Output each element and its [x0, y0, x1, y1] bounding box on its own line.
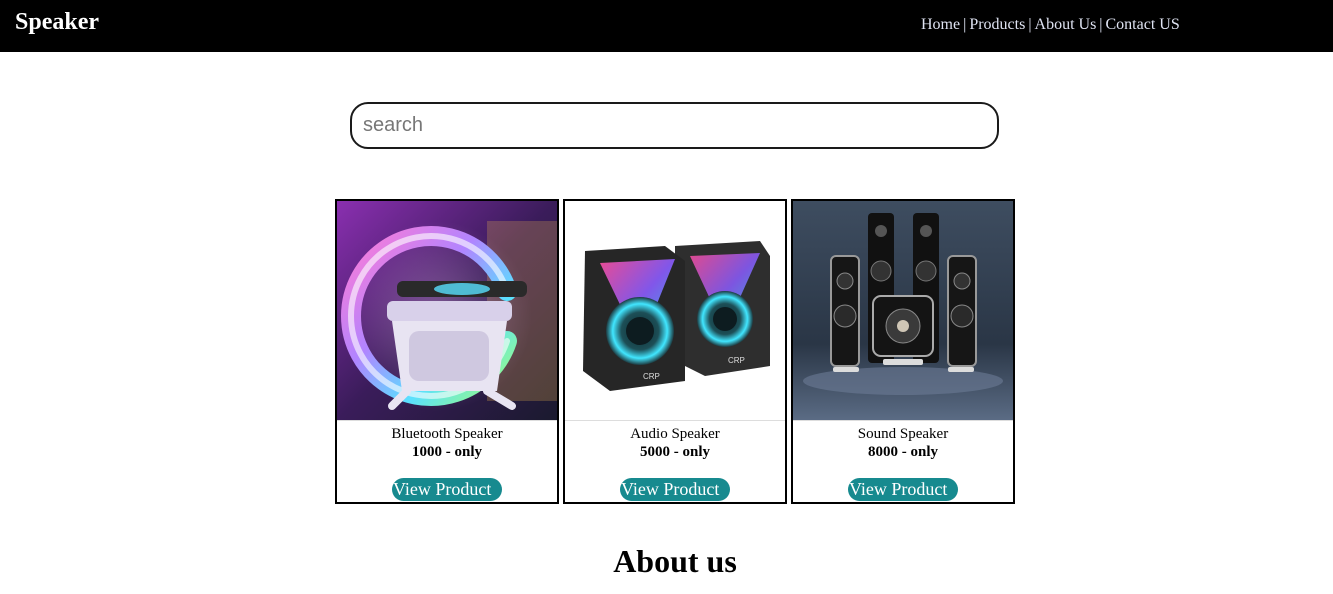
product-image[interactable]: [337, 201, 557, 421]
search-input[interactable]: [350, 102, 999, 149]
product-price: 1000 - only: [411, 444, 482, 460]
product-image[interactable]: [793, 201, 1013, 421]
product-card: Sound Speaker 8000 - only View Product: [791, 199, 1015, 504]
about-heading: About us: [613, 543, 737, 579]
nav-home-link[interactable]: Home: [921, 16, 960, 33]
svg-text:CRP: CRP: [643, 372, 660, 381]
top-navbar: Speaker Home | Products | About Us | Contact U…: [0, 0, 1333, 52]
product-card: CRP CRP Audio Speaker 5000 - only View P…: [563, 199, 787, 504]
product-price: 5000 - only: [639, 444, 710, 460]
product-image[interactable]: CRP CRP: [565, 201, 785, 421]
nav-separator: |: [963, 16, 967, 33]
nav-contact-link[interactable]: Contact US: [1106, 16, 1180, 33]
product-name: Sound Speaker: [857, 426, 949, 442]
nav-about-link[interactable]: About Us: [1035, 16, 1097, 33]
nav-products-link[interactable]: Products: [969, 16, 1025, 33]
view-product-button[interactable]: View Product: [620, 478, 730, 501]
product-price: 8000 - only: [867, 444, 938, 460]
rgb-lamp-speaker-image: [337, 201, 557, 420]
view-product-button[interactable]: View Product: [848, 478, 958, 501]
product-name: Bluetooth Speaker: [391, 426, 503, 442]
product-name: Audio Speaker: [630, 426, 720, 442]
product-card: Bluetooth Speaker 1000 - only View Produ…: [335, 199, 559, 504]
svg-text:CRP: CRP: [728, 356, 745, 365]
nav-separator: |: [1028, 16, 1032, 33]
desktop-speakers-image: CRP CRP: [565, 201, 785, 420]
brand-logo[interactable]: Speaker: [15, 9, 99, 36]
nav-links: Home | Products | About Us | Contact US: [921, 16, 1180, 34]
nav-separator: |: [1099, 16, 1103, 33]
view-product-button[interactable]: View Product: [392, 478, 502, 501]
home-theater-speakers-image: [793, 201, 1013, 420]
